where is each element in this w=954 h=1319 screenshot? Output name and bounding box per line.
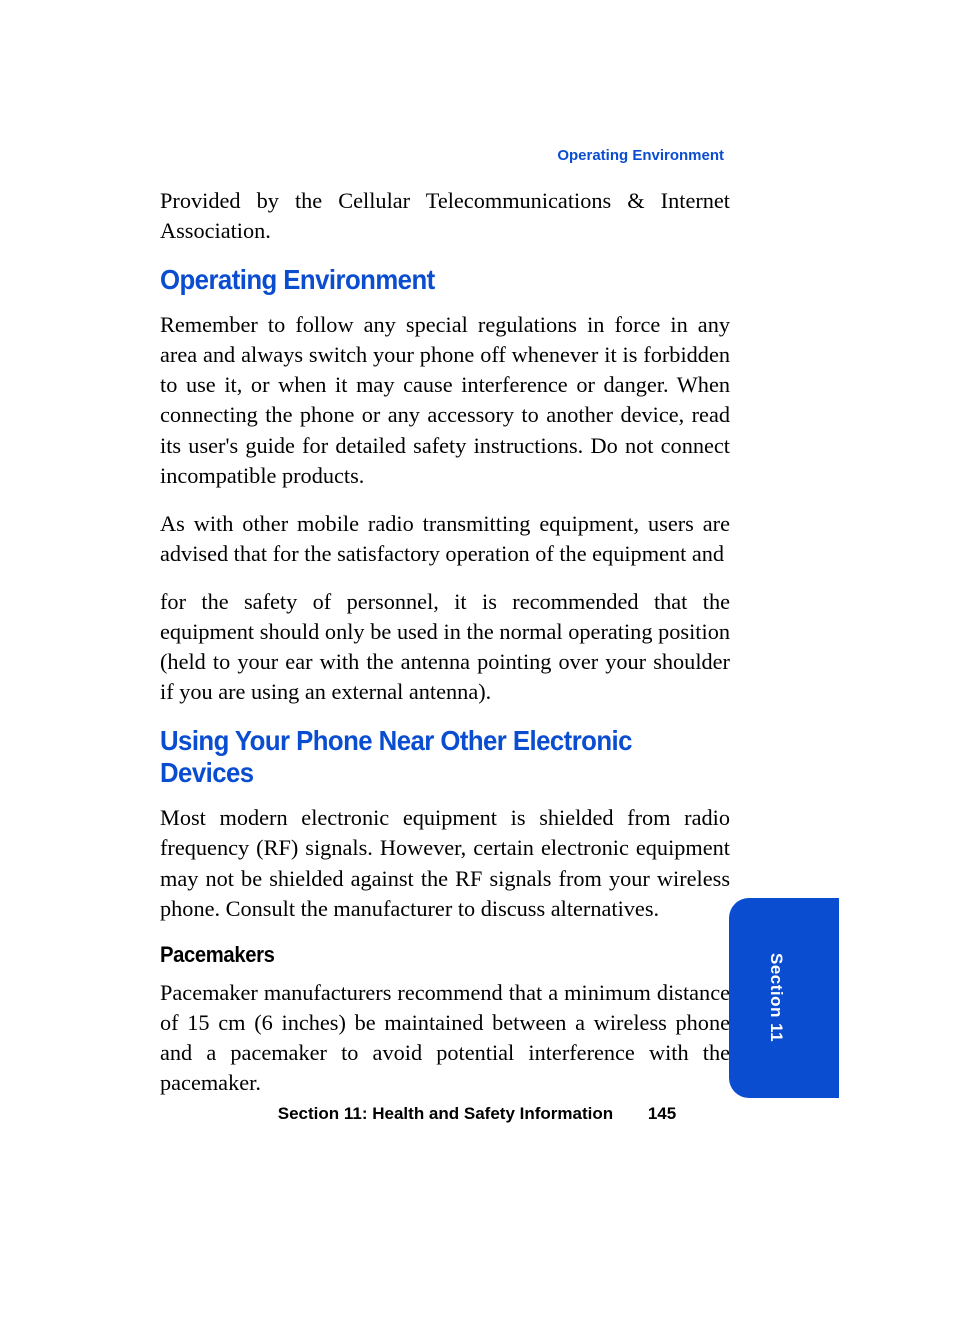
intro-paragraph: Provided by the Cellular Telecommunicati… [160,186,730,246]
heading-using-phone-near-devices: Using Your Phone Near Other Electronic D… [160,725,684,789]
heading-operating-environment: Operating Environment [160,264,684,296]
running-header: Operating Environment [557,147,724,164]
page-footer: Section 11: Health and Safety Informatio… [0,1104,954,1124]
body-paragraph: As with other mobile radio transmitting … [160,509,730,569]
document-page: Operating Environment Provided by the Ce… [0,0,954,1319]
section-tab-label: Section 11 [766,953,786,1042]
subheading-pacemakers: Pacemakers [160,942,684,968]
body-paragraph: for the safety of personnel, it is recom… [160,587,730,707]
page-number: 145 [648,1104,676,1124]
section-tab: Section 11 [729,898,839,1098]
body-paragraph: Most modern electronic equipment is shie… [160,803,730,923]
main-content: Provided by the Cellular Telecommunicati… [160,186,730,1116]
body-paragraph: Pacemaker manufacturers recommend that a… [160,978,730,1098]
body-paragraph: Remember to follow any special regulatio… [160,310,730,491]
footer-section-label: Section 11: Health and Safety Informatio… [278,1104,613,1123]
